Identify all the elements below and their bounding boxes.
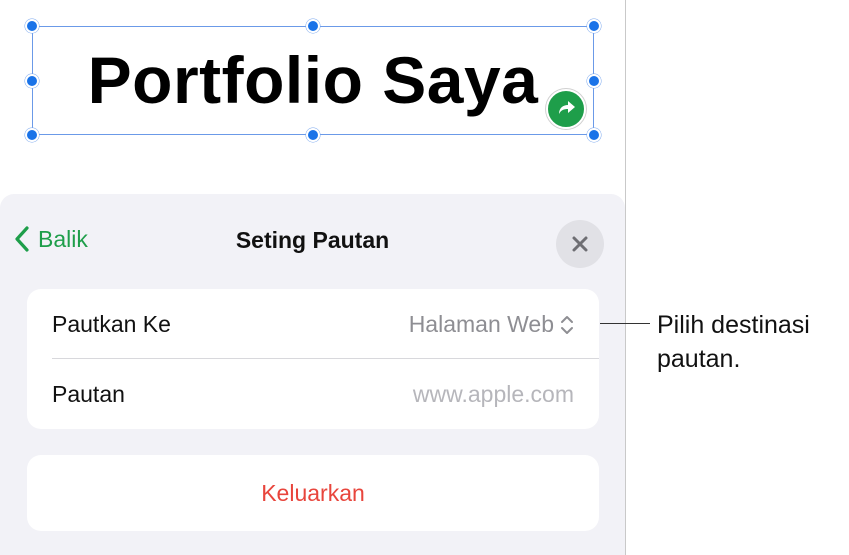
link-to-value-text: Halaman Web [408, 311, 554, 337]
link-to-label: Pautkan Ke [52, 311, 171, 337]
arrow-forward-icon [559, 101, 575, 114]
remove-link-button[interactable]: Keluarkan [27, 455, 599, 531]
link-url-field[interactable]: www.apple.com [413, 381, 574, 408]
close-button[interactable] [556, 220, 604, 268]
selection-handle-top-right[interactable] [587, 19, 601, 33]
callout-line [600, 323, 650, 324]
link-settings-card: Pautkan Ke Halaman Web Pautan www.apple.… [27, 289, 599, 429]
selection-handle-top[interactable] [306, 19, 320, 33]
selection-handle-bottom-right[interactable] [587, 128, 601, 142]
link-settings-sheet: Balik Seting Pautan Pautkan Ke Halaman W… [0, 194, 625, 555]
link-row[interactable]: Pautan www.apple.com [27, 359, 599, 429]
selection-handle-top-left[interactable] [25, 19, 39, 33]
sheet-title: Seting Pautan [235, 227, 390, 253]
close-icon [572, 236, 588, 252]
link-label: Pautan [52, 381, 125, 407]
selection-handle-bottom-left[interactable] [25, 128, 39, 142]
title-text[interactable]: Portfolio Saya [33, 27, 593, 134]
remove-link-label: Keluarkan [261, 479, 365, 506]
selection-handle-right[interactable] [587, 74, 601, 88]
selection-handle-left[interactable] [25, 74, 39, 88]
up-down-chevron-icon [561, 315, 573, 334]
link-badge[interactable] [546, 89, 586, 129]
callout-text: Pilih destinasi pautan. [657, 311, 810, 373]
title-text-box[interactable]: Portfolio Saya [32, 26, 594, 135]
device-screen: Portfolio Saya Balik Seting Pautan Pautk… [0, 0, 626, 555]
link-to-value[interactable]: Halaman Web [409, 311, 574, 338]
link-to-row[interactable]: Pautkan Ke Halaman Web [27, 289, 599, 359]
selection-handle-bottom[interactable] [306, 128, 320, 142]
